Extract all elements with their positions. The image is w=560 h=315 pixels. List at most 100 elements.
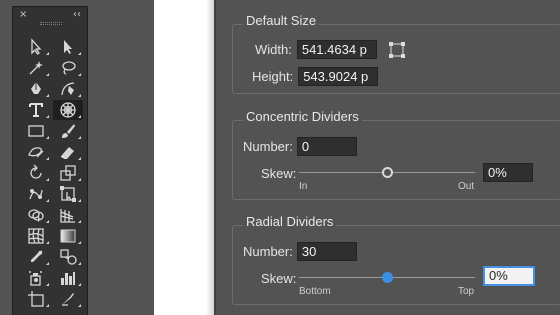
magic-wand-tool-icon	[29, 61, 43, 75]
flyout-indicator	[78, 283, 81, 286]
perspective-grid-tool-button[interactable]	[53, 205, 83, 225]
radial-max-label: Top	[458, 286, 475, 297]
eraser-tool-icon	[61, 147, 74, 159]
free-transform-tool-button[interactable]	[53, 184, 83, 204]
flyout-indicator	[46, 283, 49, 286]
concentric-number-label: Number:	[243, 139, 293, 154]
flyout-indicator	[78, 52, 81, 55]
pen-tool-button[interactable]	[21, 79, 51, 99]
artboard-tool-icon	[28, 291, 44, 307]
mesh-tool-button[interactable]	[21, 226, 51, 246]
flyout-indicator	[46, 157, 49, 160]
shape-builder-tool-button[interactable]	[21, 205, 51, 225]
tool-grid	[21, 37, 85, 310]
column-graph-tool-icon	[61, 272, 75, 285]
curvature-tool-icon	[61, 82, 75, 96]
lasso-tool-button[interactable]	[53, 58, 83, 78]
close-panel-button[interactable]: ×	[19, 9, 27, 20]
default-size-title: Default Size	[243, 13, 320, 28]
polar-grid-tool-button[interactable]	[53, 100, 83, 120]
symbol-sprayer-tool-button[interactable]	[21, 268, 51, 288]
rotate-tool-icon	[30, 164, 42, 179]
eyedropper-tool-icon	[31, 250, 43, 262]
flyout-indicator	[46, 73, 49, 76]
flyout-indicator	[46, 220, 49, 223]
lasso-tool-icon	[62, 61, 76, 75]
gradient-tool-button[interactable]	[53, 226, 83, 246]
flyout-indicator	[78, 241, 81, 244]
selection-tool-button[interactable]	[21, 37, 51, 57]
concentric-max-label: Out	[458, 181, 475, 192]
puppet-warp-tool-button[interactable]	[21, 184, 51, 204]
concentric-dividers-group: Concentric Dividers Number: 0 Skew: In O…	[232, 109, 560, 200]
width-field[interactable]: 541.4634 p	[296, 40, 377, 59]
flyout-indicator	[78, 262, 81, 265]
gradient-tool-icon	[60, 229, 76, 243]
slider-thumb[interactable]	[382, 167, 393, 178]
slice-tool-button[interactable]	[53, 289, 83, 309]
direct-selection-tool-icon	[64, 40, 72, 54]
selection-tool-icon	[31, 38, 42, 55]
radial-skew-slider[interactable]	[299, 272, 475, 283]
pen-tool-icon	[31, 82, 41, 94]
rotate-tool-button[interactable]	[21, 163, 51, 183]
blend-tool-button[interactable]	[53, 247, 83, 267]
paintbrush-tool-button[interactable]	[53, 121, 83, 141]
flyout-indicator	[78, 178, 81, 181]
height-row: Height: 543.9024 p	[252, 67, 379, 86]
radial-skew-label: Skew:	[261, 271, 297, 286]
rectangle-tool-icon	[28, 125, 44, 137]
eyedropper-tool-button[interactable]	[21, 247, 51, 267]
slider-thumb[interactable]	[382, 272, 393, 283]
radial-skew-field[interactable]: 0%	[483, 266, 535, 286]
magic-wand-tool-button[interactable]	[21, 58, 51, 78]
flyout-indicator	[46, 304, 49, 307]
flyout-indicator	[78, 304, 81, 307]
concentric-dividers-title: Concentric Dividers	[243, 109, 362, 124]
height-label: Height:	[252, 69, 294, 84]
app-window: × ‹‹ Default Size Width: 541.4634 p Heig…	[0, 0, 560, 315]
paintbrush-tool-icon	[62, 124, 75, 138]
rectangle-tool-button[interactable]	[21, 121, 51, 141]
scale-tool-button[interactable]	[53, 163, 83, 183]
shaper-tool-icon	[28, 147, 44, 158]
concentric-number-row: Number: 0	[243, 137, 357, 156]
concentric-number-field[interactable]: 0	[296, 137, 357, 156]
perspective-grid-tool-icon	[60, 209, 75, 223]
symbol-sprayer-tool-icon	[29, 271, 42, 286]
polar-grid-options-dialog: Default Size Width: 541.4634 p Height: 5…	[216, 0, 560, 315]
artboard-tool-button[interactable]	[21, 289, 51, 309]
height-field[interactable]: 543.9024 p	[298, 67, 379, 86]
collapse-panel-button[interactable]: ‹‹	[73, 9, 81, 20]
column-graph-tool-button[interactable]	[53, 268, 83, 288]
flyout-indicator	[46, 178, 49, 181]
radial-dividers-group: Radial Dividers Number: 30 Skew: Bottom …	[232, 214, 560, 305]
concentric-min-label: In	[299, 181, 308, 192]
flyout-indicator	[78, 115, 81, 118]
free-transform-tool-icon	[60, 186, 76, 202]
pasteboard	[88, 0, 154, 315]
radial-number-label: Number:	[243, 244, 293, 259]
flyout-indicator	[78, 73, 81, 76]
eraser-tool-button[interactable]	[53, 142, 83, 162]
shape-builder-tool-icon	[28, 209, 44, 222]
concentric-skew-field[interactable]: 0%	[483, 163, 533, 182]
concentric-skew-slider[interactable]	[299, 167, 475, 178]
type-tool-button[interactable]	[21, 100, 51, 120]
panel-grip[interactable]	[40, 22, 62, 25]
type-tool-icon	[29, 103, 43, 117]
flyout-indicator	[78, 136, 81, 139]
tools-panel-header: × ‹‹	[13, 7, 87, 21]
puppet-warp-tool-icon	[29, 189, 43, 200]
radial-number-field[interactable]: 30	[296, 242, 357, 261]
curvature-tool-button[interactable]	[53, 79, 83, 99]
flyout-indicator	[78, 157, 81, 160]
blend-tool-icon	[60, 249, 77, 265]
flyout-indicator	[46, 136, 49, 139]
constrain-proportions-icon[interactable]	[388, 41, 406, 59]
flyout-indicator	[46, 115, 49, 118]
direct-selection-tool-button[interactable]	[53, 37, 83, 57]
shaper-tool-button[interactable]	[21, 142, 51, 162]
width-label: Width:	[255, 42, 292, 57]
default-size-group: Default Size Width: 541.4634 p Height: 5…	[232, 13, 560, 94]
